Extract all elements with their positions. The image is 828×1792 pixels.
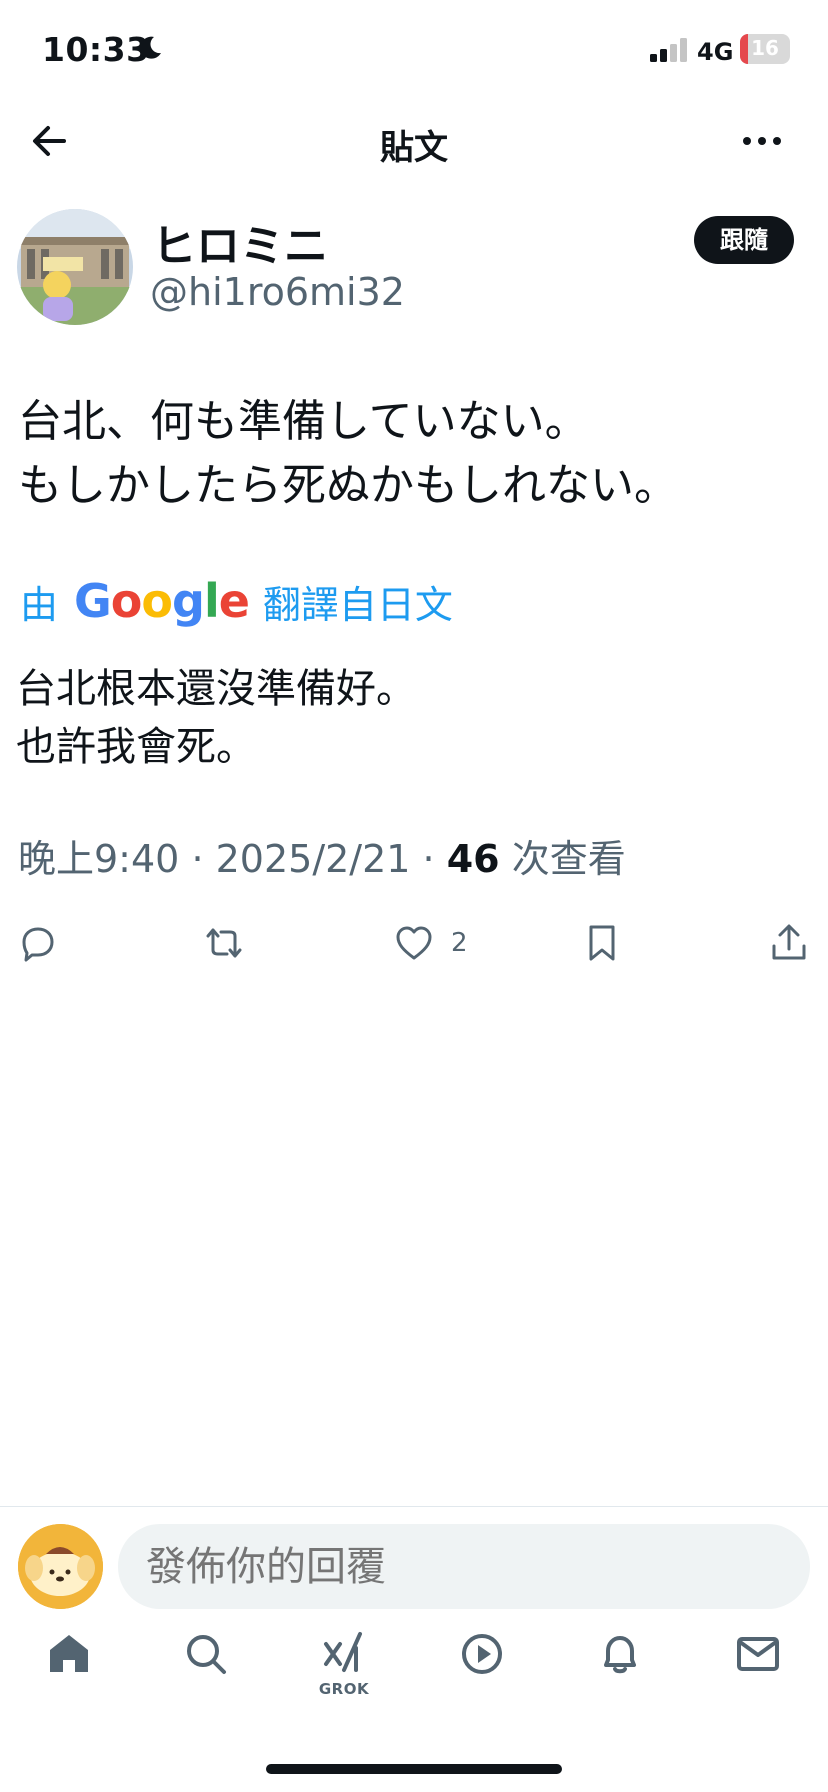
translation-attribution[interactable]: 由 Google 翻譯自日文 xyxy=(20,574,453,628)
reply-icon xyxy=(22,927,54,962)
post-detail-screen: 10:33 4G 16 貼文 ヒロミニ @hi1ro6mi32 跟隨 台北、何も… xyxy=(0,0,828,1792)
reply-button[interactable] xyxy=(17,918,59,968)
bookmark-button[interactable] xyxy=(581,918,623,968)
meta-separator: · xyxy=(422,837,447,881)
current-user-avatar[interactable] xyxy=(18,1524,103,1609)
retweet-icon xyxy=(206,928,242,958)
status-time: 10:33 xyxy=(42,30,150,69)
tab-grok-label: GROK xyxy=(318,1680,370,1698)
tab-messages[interactable] xyxy=(728,1630,788,1710)
post-date[interactable]: 2025/2/21 xyxy=(216,837,411,881)
author-display-name[interactable]: ヒロミニ xyxy=(152,210,328,274)
post-text: 台北、何も準備していない。 もしかしたら死ぬかもしれない。 xyxy=(18,396,678,511)
post-time[interactable]: 晚上9:40 xyxy=(18,837,179,881)
tab-search[interactable] xyxy=(176,1630,236,1710)
heart-icon xyxy=(396,926,432,960)
tab-grok[interactable]: GROK xyxy=(314,1630,374,1710)
network-type: 4G xyxy=(697,38,734,66)
tab-notifications[interactable] xyxy=(590,1630,650,1710)
cellular-signal-icon xyxy=(650,38,687,62)
translation-source-label: 翻譯自日文 xyxy=(262,582,453,627)
share-button[interactable] xyxy=(768,918,810,968)
divider xyxy=(0,1506,828,1507)
author-avatar-image xyxy=(17,209,133,325)
grok-icon xyxy=(324,1632,362,1672)
share-icon xyxy=(772,924,806,960)
battery-icon: 16 xyxy=(740,34,790,64)
moon-icon xyxy=(140,36,161,59)
bottom-tab-bar: GROK xyxy=(0,1630,828,1730)
home-indicator xyxy=(266,1764,562,1774)
follow-button[interactable]: 跟隨 xyxy=(694,216,794,264)
top-nav: 貼文 xyxy=(0,100,828,180)
post-meta: 晚上9:40 · 2025/2/21 · 46 次查看 xyxy=(18,828,626,883)
view-count: 46 xyxy=(446,837,500,881)
like-count: 2 xyxy=(451,928,468,958)
view-count-label: 次查看 xyxy=(511,837,626,881)
reply-input[interactable] xyxy=(118,1524,810,1609)
status-bar: 10:33 4G 16 xyxy=(0,0,828,100)
tab-video[interactable] xyxy=(452,1630,512,1710)
meta-separator: · xyxy=(191,837,216,881)
like-button[interactable]: 2 xyxy=(393,918,468,968)
current-user-avatar-image xyxy=(18,1524,103,1609)
author-avatar[interactable] xyxy=(17,209,133,325)
bell-icon xyxy=(604,1636,636,1674)
page-title: 貼文 xyxy=(380,128,448,168)
bookmark-icon xyxy=(589,925,615,961)
mail-icon xyxy=(737,1637,779,1671)
tab-home[interactable] xyxy=(39,1630,99,1710)
battery-level: 16 xyxy=(751,36,779,60)
author-handle[interactable]: @hi1ro6mi32 xyxy=(150,270,405,314)
play-circle-icon xyxy=(462,1634,502,1674)
more-options-icon[interactable] xyxy=(740,120,784,162)
search-icon xyxy=(187,1635,226,1674)
home-icon xyxy=(50,1635,88,1672)
translation-prefix: 由 xyxy=(20,582,59,627)
retweet-button[interactable] xyxy=(203,918,245,968)
translated-text: 台北根本還沒準備好。 也許我會死。 xyxy=(16,666,416,770)
post-actions: 2 xyxy=(0,918,828,968)
google-logo: Google xyxy=(74,574,250,628)
